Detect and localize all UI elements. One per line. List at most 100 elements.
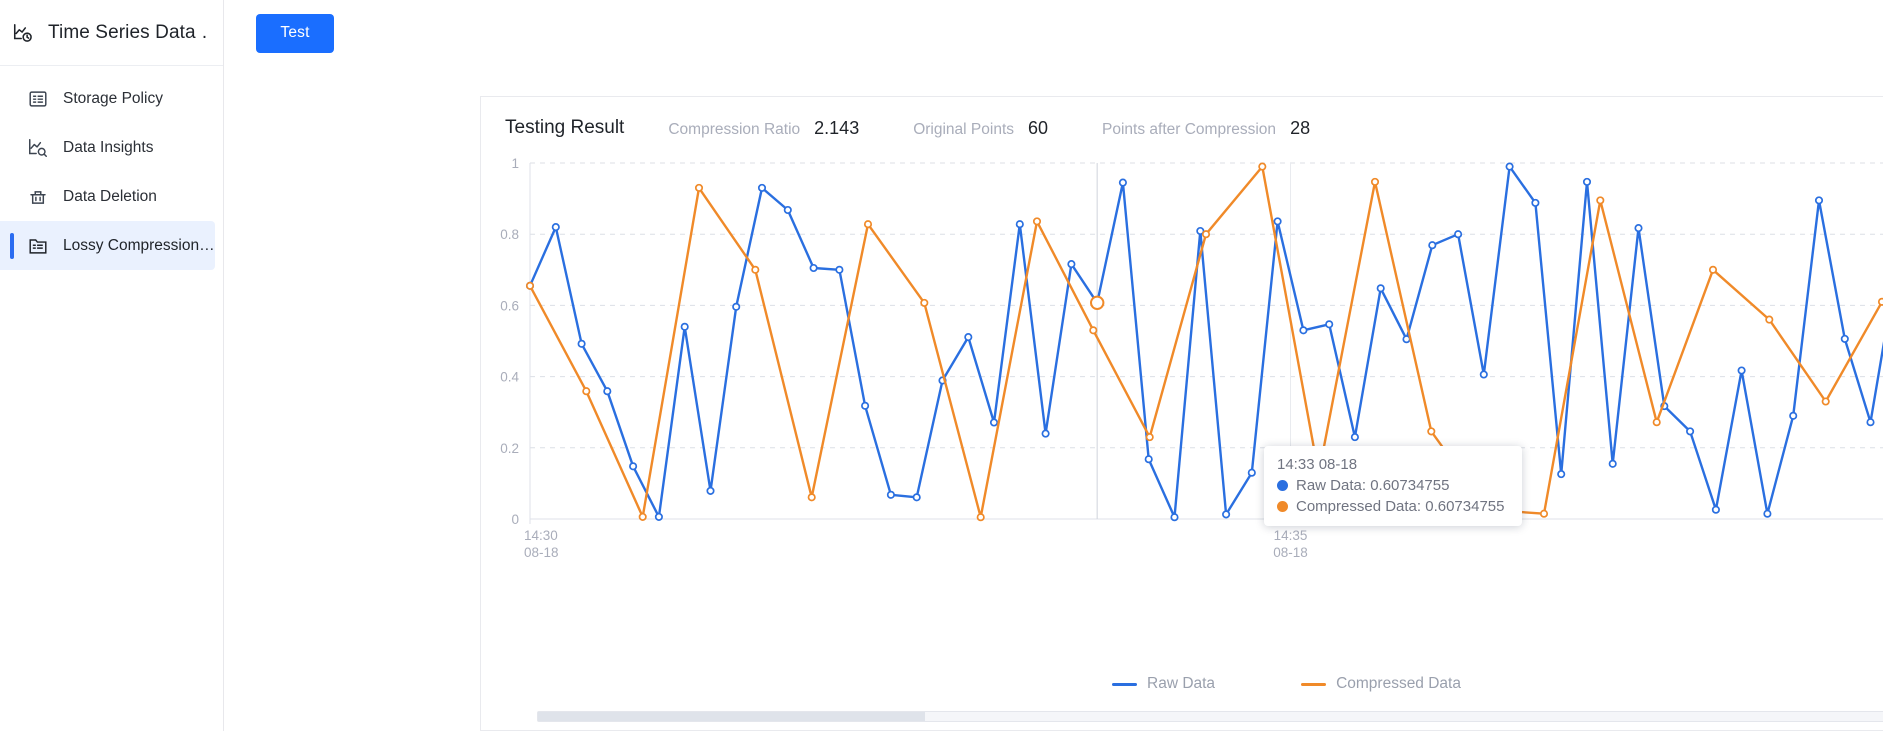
series-point: [1144, 455, 1153, 464]
series-point: [1634, 224, 1643, 233]
series-point: [976, 513, 985, 522]
series-point: [1428, 241, 1437, 250]
content-toolbar: Test: [224, 0, 1883, 66]
series-point: [1222, 510, 1231, 519]
series-point: [1708, 265, 1718, 274]
series-point: [1711, 505, 1720, 514]
series-point: [582, 387, 591, 396]
sidebar: Time Series Data … Storage Policy Data I…: [0, 0, 224, 731]
series-point: [1314, 470, 1323, 479]
series-point: [1866, 418, 1875, 427]
sidebar-item-label: Lossy Compression…: [63, 236, 215, 254]
stat-label: Original Points: [913, 120, 1014, 138]
series-point: [732, 302, 741, 311]
series-point: [1325, 320, 1334, 329]
series-point: [757, 183, 767, 192]
sidebar-brand[interactable]: Time Series Data …: [0, 0, 223, 66]
legend-item-raw-data[interactable]: Raw Data: [1112, 675, 1215, 693]
sidebar-item-storage-policy[interactable]: Storage Policy: [0, 74, 215, 123]
series-point: [1170, 513, 1179, 522]
x-axis-tick-label: 08-18: [524, 545, 559, 560]
series-point: [1596, 196, 1605, 205]
x-axis-tick-label: 14:30: [524, 528, 558, 543]
series-point: [1370, 177, 1380, 186]
line-chart[interactable]: 00.20.40.60.8114:3008-1814:3508-1814:400…: [481, 155, 1883, 675]
sidebar-item-data-deletion[interactable]: Data Deletion: [0, 172, 215, 221]
document-list-icon: [29, 90, 47, 107]
series-point: [629, 462, 638, 471]
x-axis-tick-label: 08-18: [1273, 545, 1308, 560]
sidebar-item-lossy-compression[interactable]: Lossy Compression…: [0, 221, 215, 270]
chart-legend: Raw Data Compressed Data: [481, 675, 1883, 693]
stat-label: Compression Ratio: [668, 120, 801, 138]
series-point: [912, 493, 921, 502]
testing-result-panel: Testing Result Compression Ratio 2.143 O…: [480, 96, 1883, 731]
chart-area[interactable]: 00.20.40.60.8114:3008-1814:3508-1814:400…: [481, 155, 1883, 675]
series-point: [1454, 230, 1463, 239]
data-zoom-handle[interactable]: [538, 712, 925, 721]
stat-label: Points after Compression: [1102, 120, 1277, 138]
sidebar-brand-title: Time Series Data …: [48, 21, 207, 43]
legend-swatch: [1112, 682, 1137, 686]
series-point: [1582, 177, 1592, 186]
series-point: [1258, 162, 1267, 171]
stat-points-after-compression: Points after Compression 28: [1102, 118, 1310, 139]
y-axis-tick-label: 0.2: [500, 441, 519, 456]
series-point: [525, 281, 535, 290]
legend-item-compressed-data[interactable]: Compressed Data: [1301, 675, 1461, 693]
series-point: [1737, 366, 1746, 375]
series-point: [1765, 315, 1774, 324]
series-point: [1840, 334, 1849, 343]
main-content: Test Testing Result Compression Ratio 2.…: [224, 0, 1883, 731]
series-point: [694, 183, 704, 192]
series-point: [964, 333, 973, 342]
series-point: [1531, 198, 1540, 207]
series-point: [1402, 335, 1411, 344]
x-axis-tick-label: 14:35: [1274, 528, 1308, 543]
series-point: [1145, 433, 1154, 442]
highlighted-point: [1090, 295, 1105, 311]
series-point: [809, 263, 818, 273]
series-point: [1814, 196, 1824, 205]
stat-value: 2.143: [814, 117, 860, 138]
chart-search-icon: [29, 138, 47, 157]
series-point: [1479, 370, 1488, 379]
series-point: [920, 298, 929, 307]
series-point: [1427, 427, 1436, 436]
series-point: [1273, 217, 1282, 226]
series-point: [1118, 178, 1127, 187]
stat-original-points: Original Points 60: [913, 118, 1048, 139]
sidebar-item-label: Data Insights: [63, 138, 154, 156]
series-point: [1350, 433, 1359, 442]
series-point: [835, 265, 844, 274]
series-point: [807, 493, 816, 502]
sidebar-item-data-insights[interactable]: Data Insights: [0, 123, 215, 172]
series-point: [1201, 230, 1211, 239]
chart-data-zoom-slider[interactable]: [537, 711, 1883, 722]
series-point: [1483, 505, 1492, 514]
series-point: [1789, 411, 1798, 420]
legend-label: Raw Data: [1147, 675, 1216, 692]
series-point: [706, 486, 715, 495]
panel-header: Testing Result Compression Ratio 2.143 O…: [481, 97, 1883, 159]
sidebar-item-label: Data Deletion: [63, 187, 157, 205]
series-point: [1608, 459, 1617, 468]
series-line: [528, 165, 1883, 519]
series-point: [1652, 418, 1661, 427]
y-axis-tick-label: 0.4: [500, 370, 519, 385]
stat-compression-ratio: Compression Ratio 2.143: [668, 118, 859, 139]
line-chart-clock-icon: [13, 23, 32, 42]
series-point: [1505, 162, 1514, 171]
y-axis-tick-label: 0.6: [500, 298, 519, 313]
test-button[interactable]: Test: [256, 13, 334, 53]
y-axis-tick-label: 0.8: [500, 227, 519, 242]
stat-value: 60: [1028, 117, 1049, 138]
series-point: [783, 205, 792, 215]
legend-label: Compressed Data: [1336, 675, 1461, 692]
app-root: Time Series Data … Storage Policy Data I…: [0, 0, 1883, 731]
stat-value: 28: [1290, 117, 1311, 138]
series-point: [638, 512, 647, 521]
series-point: [551, 223, 560, 232]
sidebar-nav: Storage Policy Data Insights Data Deleti…: [0, 66, 223, 270]
legend-swatch: [1301, 682, 1327, 686]
